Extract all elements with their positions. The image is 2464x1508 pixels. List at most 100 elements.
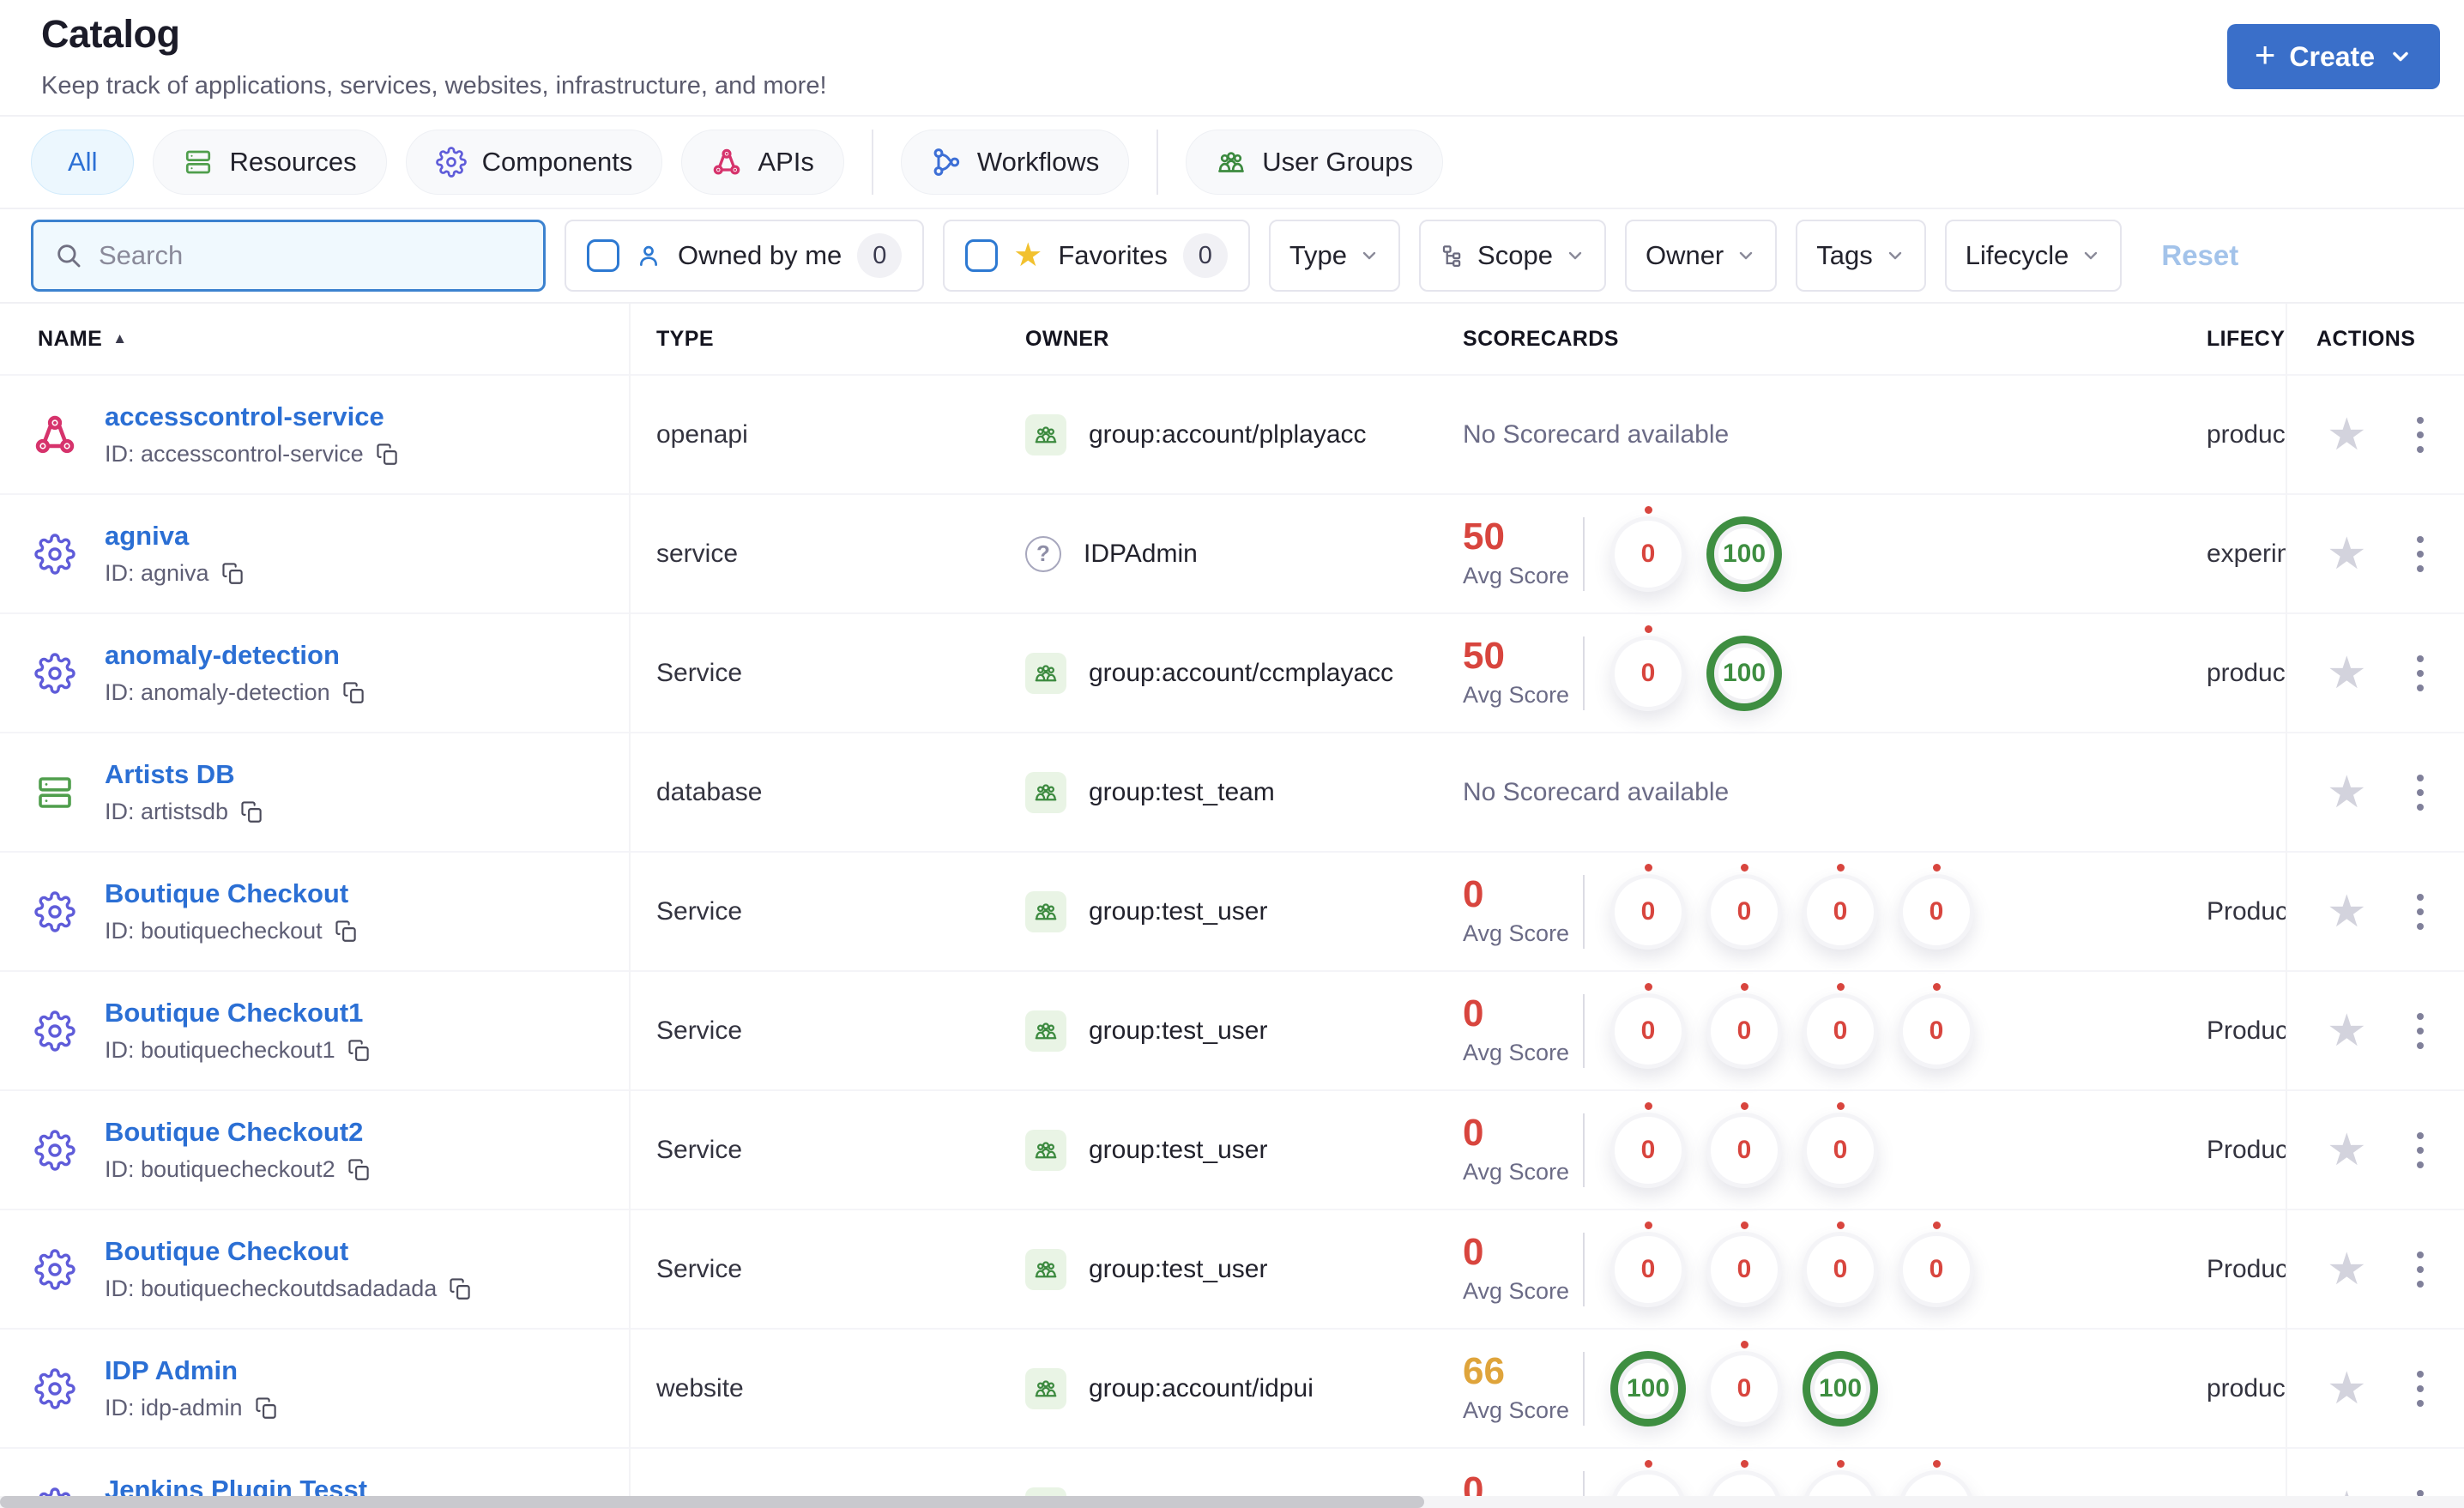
copy-icon[interactable] bbox=[335, 920, 358, 943]
tab-components[interactable]: Components bbox=[405, 130, 663, 195]
row-menu-kebab-icon[interactable] bbox=[2412, 889, 2429, 935]
entity-name-link[interactable]: Boutique Checkout1 bbox=[105, 998, 371, 1028]
row-menu-kebab-icon[interactable] bbox=[2412, 769, 2429, 816]
table-row[interactable]: IDP Admin ID: idp-admin website group:ac… bbox=[0, 1328, 2464, 1447]
scorecard-circle[interactable]: 100 bbox=[1610, 1350, 1686, 1427]
scorecard-circle[interactable]: 0 bbox=[1610, 1221, 1686, 1307]
favorite-toggle-star-icon[interactable]: ★ bbox=[2327, 1128, 2367, 1173]
scorecard-circle[interactable]: 100 bbox=[1803, 1350, 1878, 1427]
reset-filters-link[interactable]: Reset bbox=[2161, 239, 2238, 272]
copy-icon[interactable] bbox=[449, 1277, 472, 1300]
row-menu-kebab-icon[interactable] bbox=[2412, 412, 2429, 458]
scorecard-circle[interactable]: 0 bbox=[1706, 1221, 1782, 1307]
scorecard-circle[interactable]: 0 bbox=[1610, 505, 1686, 592]
table-row[interactable]: Jenkins Plugin Tesst ID: jenkinstest ser… bbox=[0, 1447, 2464, 1496]
table-row[interactable]: agniva ID: agniva service ? IDPAdmin 50 A… bbox=[0, 493, 2464, 612]
copy-icon[interactable] bbox=[221, 562, 245, 585]
tags-dropdown[interactable]: Tags bbox=[1796, 220, 1926, 292]
row-menu-kebab-icon[interactable] bbox=[2412, 1008, 2429, 1054]
type-dropdown[interactable]: Type bbox=[1268, 220, 1401, 292]
entity-name-link[interactable]: Boutique Checkout2 bbox=[105, 1117, 371, 1148]
tab-user-groups[interactable]: User Groups bbox=[1186, 130, 1444, 195]
lifecycle-dropdown[interactable]: Lifecycle bbox=[1944, 220, 2123, 292]
table-row[interactable]: accesscontrol-service ID: accesscontrol-… bbox=[0, 374, 2464, 493]
scorecard-circle[interactable]: 0 bbox=[1610, 624, 1686, 711]
scorecard-circle[interactable]: 0 bbox=[1610, 863, 1686, 950]
owned-by-me-checkbox[interactable] bbox=[587, 239, 619, 272]
scorecard-circle[interactable]: 0 bbox=[1706, 982, 1782, 1069]
table-row[interactable]: Boutique Checkout ID: boutiquecheckout S… bbox=[0, 851, 2464, 970]
entity-name-link[interactable]: Artists DB bbox=[105, 759, 263, 790]
row-menu-kebab-icon[interactable] bbox=[2412, 650, 2429, 697]
entity-name-link[interactable]: Boutique Checkout bbox=[105, 878, 358, 909]
favorite-toggle-star-icon[interactable]: ★ bbox=[2327, 770, 2367, 815]
copy-icon[interactable] bbox=[347, 1158, 371, 1181]
scorecard-circle[interactable]: 0 bbox=[1706, 1340, 1782, 1427]
scorecard-circle[interactable]: 0 bbox=[1803, 982, 1878, 1069]
name-cell: accesscontrol-service ID: accesscontrol-… bbox=[33, 376, 399, 493]
tab-all[interactable]: All bbox=[31, 130, 135, 195]
scorecard-circle[interactable]: 0 bbox=[1610, 1101, 1686, 1188]
lifecycle-cell: production bbox=[2207, 419, 2286, 449]
scorecard-circle[interactable]: 100 bbox=[1706, 516, 1782, 592]
scorecard-circle[interactable]: 0 bbox=[1899, 863, 1974, 950]
table-row[interactable]: Boutique Checkout ID: boutiquecheckoutds… bbox=[0, 1209, 2464, 1328]
scorecard-circle[interactable]: 0 bbox=[1610, 1459, 1686, 1496]
scorecard-circle[interactable]: 0 bbox=[1706, 1459, 1782, 1496]
scorecard-circle[interactable]: 0 bbox=[1803, 1221, 1878, 1307]
favorite-toggle-star-icon[interactable]: ★ bbox=[2327, 890, 2367, 934]
scorecard-circle[interactable]: 0 bbox=[1706, 863, 1782, 950]
scorecard-circle[interactable]: 0 bbox=[1899, 1221, 1974, 1307]
scorecard-circle[interactable]: 0 bbox=[1899, 1459, 1974, 1496]
search-box[interactable] bbox=[31, 220, 546, 292]
favorites-filter[interactable]: ★ Favorites 0 bbox=[943, 220, 1250, 292]
entity-name-link[interactable]: Boutique Checkout bbox=[105, 1236, 472, 1267]
favorite-toggle-star-icon[interactable]: ★ bbox=[2327, 651, 2367, 696]
favorite-toggle-star-icon[interactable]: ★ bbox=[2327, 1009, 2367, 1053]
favorite-toggle-star-icon[interactable]: ★ bbox=[2327, 532, 2367, 576]
row-menu-kebab-icon[interactable] bbox=[2412, 1366, 2429, 1412]
scorecard-circle[interactable]: 0 bbox=[1706, 1101, 1782, 1188]
column-header-name[interactable]: NAME ▲ bbox=[38, 304, 127, 374]
favorite-toggle-star-icon[interactable]: ★ bbox=[2327, 413, 2367, 457]
owned-by-me-filter[interactable]: Owned by me 0 bbox=[565, 220, 925, 292]
scope-dropdown[interactable]: Scope bbox=[1419, 220, 1606, 292]
copy-icon[interactable] bbox=[376, 443, 399, 466]
copy-icon[interactable] bbox=[347, 1039, 371, 1062]
create-button[interactable]: + Create bbox=[2226, 24, 2440, 89]
scorecard-circle[interactable]: 100 bbox=[1706, 635, 1782, 711]
owner-dropdown[interactable]: Owner bbox=[1624, 220, 1778, 292]
favorite-toggle-star-icon[interactable]: ★ bbox=[2327, 1486, 2367, 1497]
scorecard-circle-value: 100 bbox=[1722, 658, 1766, 687]
copy-icon[interactable] bbox=[342, 681, 365, 704]
scorecard-circle[interactable]: 0 bbox=[1803, 1459, 1878, 1496]
favorites-checkbox[interactable] bbox=[965, 239, 999, 272]
entity-name-link[interactable]: anomaly-detection bbox=[105, 640, 365, 671]
row-menu-kebab-icon[interactable] bbox=[2412, 1127, 2429, 1173]
table-row[interactable]: anomaly-detection ID: anomaly-detection … bbox=[0, 612, 2464, 732]
scorecard-circle[interactable]: 0 bbox=[1803, 863, 1878, 950]
table-row[interactable]: Boutique Checkout2 ID: boutiquecheckout2… bbox=[0, 1089, 2464, 1209]
tab-resources[interactable]: Resources bbox=[153, 130, 387, 195]
table-row[interactable]: Boutique Checkout1 ID: boutiquecheckout1… bbox=[0, 970, 2464, 1089]
favorite-toggle-star-icon[interactable]: ★ bbox=[2327, 1366, 2367, 1411]
scorecard-circle[interactable]: 0 bbox=[1803, 1101, 1878, 1188]
tab-apis[interactable]: APIs bbox=[681, 130, 844, 195]
entity-name-link[interactable]: IDP Admin bbox=[105, 1355, 278, 1386]
owner-label: group:account/idpui bbox=[1089, 1373, 1314, 1402]
copy-icon[interactable] bbox=[255, 1396, 278, 1420]
entity-name-link[interactable]: accesscontrol-service bbox=[105, 401, 399, 432]
row-menu-kebab-icon[interactable] bbox=[2412, 1485, 2429, 1496]
entity-name-link[interactable]: Jenkins Plugin Tesst bbox=[105, 1475, 367, 1496]
table-row[interactable]: Artists DB ID: artistsdb database group:… bbox=[0, 732, 2464, 851]
row-menu-kebab-icon[interactable] bbox=[2412, 1246, 2429, 1293]
scorecard-circle[interactable]: 0 bbox=[1899, 982, 1974, 1069]
scorecard-circle[interactable]: 0 bbox=[1610, 982, 1686, 1069]
search-input[interactable] bbox=[99, 240, 522, 271]
horizontal-scrollbar-thumb[interactable] bbox=[0, 1496, 1424, 1508]
row-menu-kebab-icon[interactable] bbox=[2412, 531, 2429, 577]
entity-name-link[interactable]: agniva bbox=[105, 521, 245, 552]
favorite-toggle-star-icon[interactable]: ★ bbox=[2327, 1247, 2367, 1292]
copy-icon[interactable] bbox=[240, 800, 263, 823]
tab-workflows[interactable]: Workflows bbox=[900, 130, 1130, 195]
